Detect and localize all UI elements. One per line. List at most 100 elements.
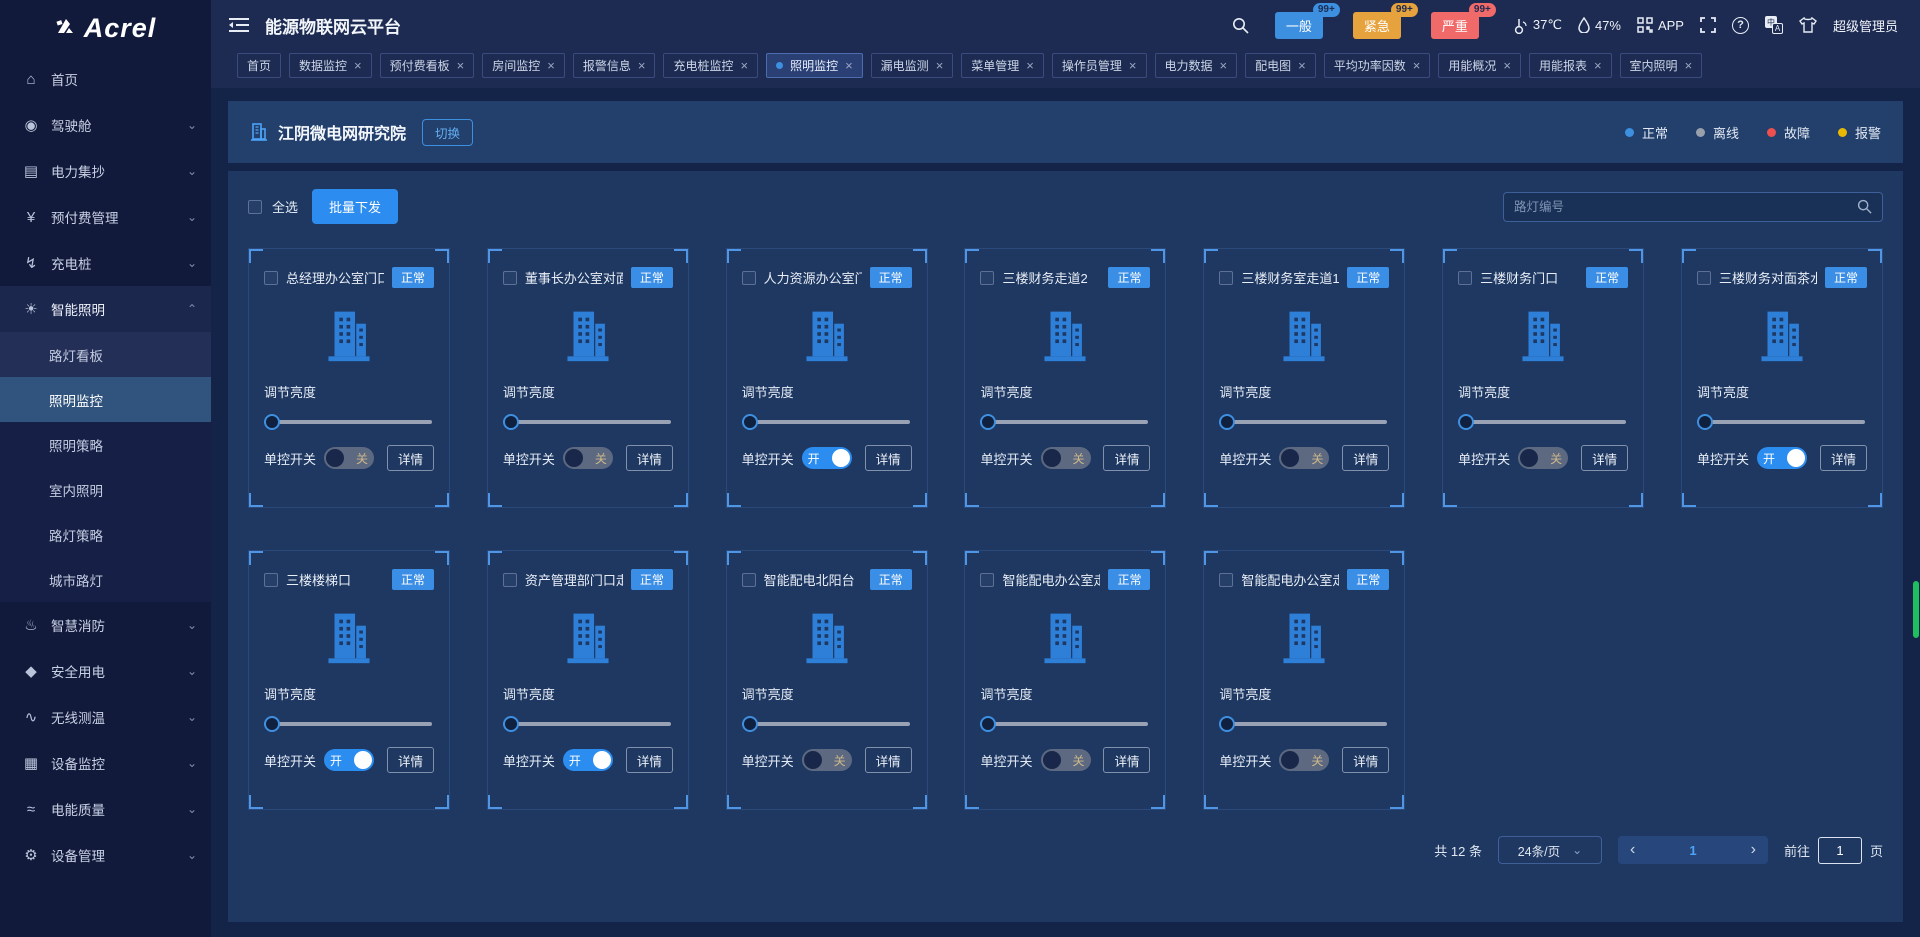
card-checkbox[interactable] <box>502 572 517 587</box>
single-switch-toggle[interactable]: 关 <box>562 447 613 469</box>
sidebar-subitem[interactable]: 路灯看板 <box>0 332 211 377</box>
select-all-checkbox[interactable] <box>248 199 262 214</box>
lamp-search-input[interactable] <box>1514 199 1857 214</box>
tab[interactable]: 用能概况 × <box>1438 53 1521 78</box>
sidebar-item[interactable]: ▤ 电力集抄 ⌄ <box>0 148 211 194</box>
card-checkbox[interactable] <box>502 270 517 285</box>
tab[interactable]: 操作员管理 × <box>1051 53 1147 78</box>
tab[interactable]: 充电桩监控 × <box>663 53 759 78</box>
search-input-icon[interactable] <box>1857 199 1872 214</box>
card-checkbox[interactable] <box>264 572 278 587</box>
single-switch-toggle[interactable]: 关 <box>1279 749 1330 771</box>
tab-close-icon[interactable]: × <box>354 59 362 72</box>
slider-handle[interactable] <box>741 716 758 732</box>
brightness-slider[interactable] <box>741 414 912 430</box>
single-switch-toggle[interactable]: 开 <box>324 749 375 771</box>
detail-button[interactable]: 详情 <box>1103 445 1151 471</box>
sidebar-item[interactable]: ☀ 智能照明 ⌃ <box>0 286 211 332</box>
card-checkbox[interactable] <box>741 572 756 587</box>
sidebar-item[interactable]: ◉ 驾驶舱 ⌄ <box>0 102 211 148</box>
card-checkbox[interactable] <box>1696 270 1711 285</box>
brightness-slider[interactable] <box>980 414 1150 430</box>
single-switch-toggle[interactable]: 关 <box>1040 447 1091 469</box>
slider-handle[interactable] <box>980 414 997 430</box>
sidebar-item[interactable]: ♨ 智慧消防 ⌄ <box>0 602 211 648</box>
page-size-select[interactable]: 24条/页 ⌄ <box>1497 836 1602 864</box>
slider-handle[interactable] <box>1458 414 1475 430</box>
detail-button[interactable]: 详情 <box>864 445 912 471</box>
sidebar-item[interactable]: ⚙ 设备管理 ⌄ <box>0 832 211 878</box>
brightness-slider[interactable] <box>1458 414 1628 430</box>
slider-handle[interactable] <box>1219 716 1236 732</box>
sidebar-item[interactable]: ▦ 设备监控 ⌄ <box>0 740 211 786</box>
sidebar-item[interactable]: ⌂ 首页 <box>0 56 211 102</box>
slider-handle[interactable] <box>264 716 280 732</box>
tab-close-icon[interactable]: × <box>638 59 646 72</box>
tab[interactable]: 房间监控 × <box>482 53 565 78</box>
tab-close-icon[interactable]: × <box>1220 59 1228 72</box>
tab-close-icon[interactable]: × <box>1413 59 1421 72</box>
brightness-slider[interactable] <box>502 414 673 430</box>
brightness-slider[interactable] <box>264 716 434 732</box>
alarm-badge[interactable]: 严重 99+ <box>1430 2 1496 39</box>
detail-button[interactable]: 详情 <box>625 445 673 471</box>
brightness-slider[interactable] <box>1219 414 1389 430</box>
single-switch-toggle[interactable]: 关 <box>1279 447 1330 469</box>
help-icon[interactable]: ? <box>1731 16 1749 34</box>
slider-handle[interactable] <box>980 716 997 732</box>
single-switch-toggle[interactable]: 关 <box>324 447 375 469</box>
single-switch-toggle[interactable]: 开 <box>562 749 613 771</box>
card-checkbox[interactable] <box>1219 572 1234 587</box>
tab[interactable]: 用能报表 × <box>1528 53 1612 78</box>
sidebar-item[interactable]: ↯ 充电桩 ⌄ <box>0 240 211 286</box>
tab[interactable]: 配电图 × <box>1245 53 1316 78</box>
sidebar-subitem[interactable]: 照明监控 <box>0 377 211 422</box>
tab-close-icon[interactable]: × <box>1503 59 1511 72</box>
collapse-menu-icon[interactable] <box>229 17 249 33</box>
tab[interactable]: 电力数据 × <box>1154 53 1238 78</box>
slider-handle[interactable] <box>502 716 519 732</box>
tab-close-icon[interactable]: × <box>457 59 465 72</box>
tab[interactable]: 数据监控 × <box>289 53 372 78</box>
single-switch-toggle[interactable]: 关 <box>1040 749 1091 771</box>
slider-handle[interactable] <box>741 414 758 430</box>
card-checkbox[interactable] <box>264 270 278 285</box>
sidebar-item[interactable]: ∿ 无线测温 ⌄ <box>0 694 211 740</box>
tab-close-icon[interactable]: × <box>1594 59 1602 72</box>
detail-button[interactable]: 详情 <box>1342 747 1390 773</box>
single-switch-toggle[interactable]: 开 <box>801 447 852 469</box>
brightness-slider[interactable] <box>502 716 673 732</box>
brightness-slider[interactable] <box>264 414 434 430</box>
alarm-badge[interactable]: 紧急 99+ <box>1352 2 1418 39</box>
detail-button[interactable]: 详情 <box>386 445 434 471</box>
card-checkbox[interactable] <box>980 270 995 285</box>
sidebar-subitem[interactable]: 照明策略 <box>0 422 211 467</box>
tab-close-icon[interactable]: × <box>740 59 748 72</box>
batch-dispatch-button[interactable]: 批量下发 <box>312 189 399 224</box>
detail-button[interactable]: 详情 <box>864 747 912 773</box>
single-switch-toggle[interactable]: 关 <box>1518 447 1569 469</box>
switch-site-button[interactable]: 切换 <box>422 118 474 146</box>
slider-handle[interactable] <box>502 414 519 430</box>
tab-close-icon[interactable]: × <box>1685 59 1693 72</box>
tab-close-icon[interactable]: × <box>1026 59 1034 72</box>
current-page[interactable]: 1 <box>1689 843 1696 858</box>
tab-close-icon[interactable]: × <box>936 59 944 72</box>
sidebar-item[interactable]: ≈ 电能质量 ⌄ <box>0 786 211 832</box>
slider-handle[interactable] <box>1696 414 1713 430</box>
tab[interactable]: 首页 <box>237 53 282 78</box>
tab-close-icon[interactable]: × <box>845 59 853 72</box>
slider-handle[interactable] <box>1219 414 1236 430</box>
app-download[interactable]: APP <box>1637 17 1684 33</box>
tab-close-icon[interactable]: × <box>1298 59 1306 72</box>
detail-button[interactable]: 详情 <box>1342 445 1390 471</box>
brightness-slider[interactable] <box>741 716 912 732</box>
slider-handle[interactable] <box>264 414 280 430</box>
brightness-slider[interactable] <box>1696 414 1867 430</box>
sidebar-subitem[interactable]: 室内照明 <box>0 467 211 512</box>
sidebar-item[interactable]: ¥ 预付费管理 ⌄ <box>0 194 211 240</box>
tab-active[interactable]: 照明监控 × <box>766 53 863 78</box>
prev-page-button[interactable]: ‹ <box>1630 842 1635 858</box>
detail-button[interactable]: 详情 <box>1103 747 1151 773</box>
tab[interactable]: 平均功率因数 × <box>1323 53 1431 78</box>
